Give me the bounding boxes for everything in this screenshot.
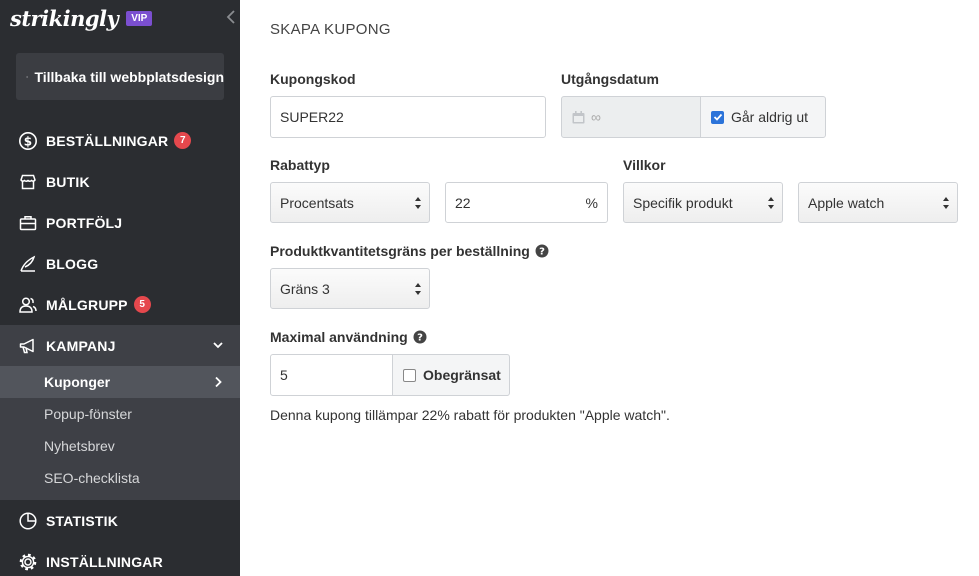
quantity-limit-label-text: Produktkvantitetsgräns per beställning — [270, 243, 530, 259]
sidebar-item-label: BLOGG — [46, 255, 99, 272]
briefcase-icon — [18, 213, 38, 233]
back-to-site-design-button[interactable]: Tillbaka till webbplatsdesign — [16, 53, 224, 100]
audience-count-badge: 5 — [133, 296, 151, 313]
max-usage-label: Maximal användning ? — [270, 329, 427, 345]
never-expires-label: Går aldrig ut — [731, 109, 809, 125]
subnav-item-label: Nyhetsbrev — [44, 438, 115, 454]
subnav-item-seo-checklist[interactable]: SEO-checklista — [0, 462, 240, 494]
vip-badge: VIP — [126, 10, 153, 26]
svg-text:$: $ — [24, 134, 33, 148]
chevron-down-icon — [213, 342, 223, 349]
campaign-subnav: Kuponger Popup-fönster Nyhetsbrev SEO-ch… — [0, 366, 240, 500]
select-arrows-icon — [415, 282, 421, 295]
dollar-icon: $ — [18, 131, 38, 151]
chevron-left-icon — [26, 75, 28, 78]
condition-select[interactable]: Specifik produkt — [623, 182, 783, 223]
conditions-label: Villkor — [623, 157, 666, 173]
sidebar-item-store[interactable]: BUTIK — [0, 161, 240, 202]
select-arrows-icon — [415, 196, 421, 209]
users-icon — [18, 295, 38, 315]
unlimited-label: Obegränsat — [423, 367, 501, 383]
subnav-item-label: Popup-fönster — [44, 406, 132, 422]
svg-text:?: ? — [539, 247, 545, 258]
sidebar-item-label: STATISTIK — [46, 512, 119, 529]
store-icon — [18, 172, 38, 192]
sidebar-nav-bottom: STATISTIK INSTÄLLNINGAR — [0, 500, 240, 576]
unlimited-toggle[interactable]: Obegränsat — [392, 354, 510, 396]
sidebar-item-label: PORTFÖLJ — [46, 214, 123, 231]
main-content: SKAPA KUPONG Kupongskod SUPER22 Utgångsd… — [240, 0, 979, 576]
select-arrows-icon — [768, 196, 774, 209]
max-usage-input[interactable]: 5 — [270, 354, 393, 396]
sidebar-item-statistics[interactable]: STATISTIK — [0, 500, 240, 541]
gear-icon — [18, 552, 38, 572]
megaphone-icon — [18, 336, 38, 356]
sidebar-item-label: MÅLGRUPP — [46, 296, 128, 313]
sidebar-item-portfolio[interactable]: PORTFÖLJ — [0, 202, 240, 243]
back-button-label: Tillbaka till webbplatsdesign — [34, 68, 224, 85]
max-usage-label-text: Maximal användning — [270, 329, 408, 345]
quantity-limit-value: Gräns 3 — [280, 280, 330, 297]
collapse-sidebar-icon[interactable] — [225, 9, 237, 25]
sidebar-item-label: INSTÄLLNINGAR — [46, 553, 163, 570]
quantity-limit-select[interactable]: Gräns 3 — [270, 268, 430, 309]
pie-chart-icon — [18, 511, 38, 531]
subnav-item-popup[interactable]: Popup-fönster — [0, 398, 240, 430]
calendar-icon — [572, 110, 585, 123]
sidebar-item-settings[interactable]: INSTÄLLNINGAR — [0, 541, 240, 576]
subnav-item-newsletter[interactable]: Nyhetsbrev — [0, 430, 240, 462]
sidebar-item-label: BUTIK — [46, 173, 90, 190]
help-icon[interactable]: ? — [413, 330, 427, 344]
sidebar-item-blog[interactable]: BLOGG — [0, 243, 240, 284]
chevron-right-icon — [215, 376, 222, 388]
subnav-item-label: Kuponger — [44, 374, 111, 390]
unlimited-checkbox[interactable] — [403, 368, 416, 382]
help-icon[interactable]: ? — [535, 244, 549, 258]
product-select[interactable]: Apple watch — [798, 182, 958, 223]
never-expires-checkbox[interactable] — [711, 110, 724, 124]
expiry-date-label: Utgångsdatum — [561, 71, 659, 87]
expiry-date-value: ∞ — [591, 109, 601, 125]
discount-type-select[interactable]: Procentsats — [270, 182, 430, 223]
sidebar-item-campaign[interactable]: KAMPANJ — [0, 325, 240, 366]
sidebar: strikingly VIP Tillbaka till webbplatsde… — [0, 0, 240, 576]
brand[interactable]: strikingly VIP — [10, 4, 153, 32]
page-title: SKAPA KUPONG — [270, 21, 391, 38]
subnav-item-coupons[interactable]: Kuponger — [0, 366, 240, 398]
percent-suffix: % — [585, 194, 598, 211]
coupon-code-input[interactable]: SUPER22 — [270, 96, 546, 138]
subnav-item-label: SEO-checklista — [44, 470, 140, 486]
select-arrows-icon — [943, 196, 949, 209]
sidebar-item-label: BESTÄLLNINGAR — [46, 132, 169, 149]
quantity-limit-label: Produktkvantitetsgräns per beställning ? — [270, 243, 549, 259]
sidebar-item-orders[interactable]: $ BESTÄLLNINGAR 7 — [0, 120, 240, 161]
discount-amount-value: 22 — [455, 194, 471, 211]
coupon-code-value: SUPER22 — [280, 109, 344, 125]
discount-type-value: Procentsats — [280, 194, 354, 211]
condition-value: Specifik produkt — [633, 194, 733, 211]
max-usage-value: 5 — [280, 367, 288, 383]
expiry-date-input: ∞ — [561, 96, 701, 138]
never-expires-toggle[interactable]: Går aldrig ut — [700, 96, 826, 138]
quill-icon — [18, 254, 38, 274]
discount-amount-input[interactable]: 22 % — [445, 182, 608, 223]
orders-count-badge: 7 — [174, 132, 192, 149]
coupon-summary: Denna kupong tillämpar 22% rabatt för pr… — [270, 407, 670, 423]
sidebar-item-label: KAMPANJ — [46, 337, 116, 354]
sidebar-nav: $ BESTÄLLNINGAR 7 BUTIK PORTFÖLJ BLOGG M… — [0, 120, 240, 500]
svg-text:?: ? — [417, 333, 423, 344]
coupon-code-label: Kupongskod — [270, 71, 356, 87]
discount-type-label: Rabattyp — [270, 157, 330, 173]
checkmark-icon — [713, 113, 722, 121]
strikingly-logo: strikingly — [10, 5, 119, 31]
product-value: Apple watch — [808, 194, 885, 211]
sidebar-item-audience[interactable]: MÅLGRUPP 5 — [0, 284, 240, 325]
